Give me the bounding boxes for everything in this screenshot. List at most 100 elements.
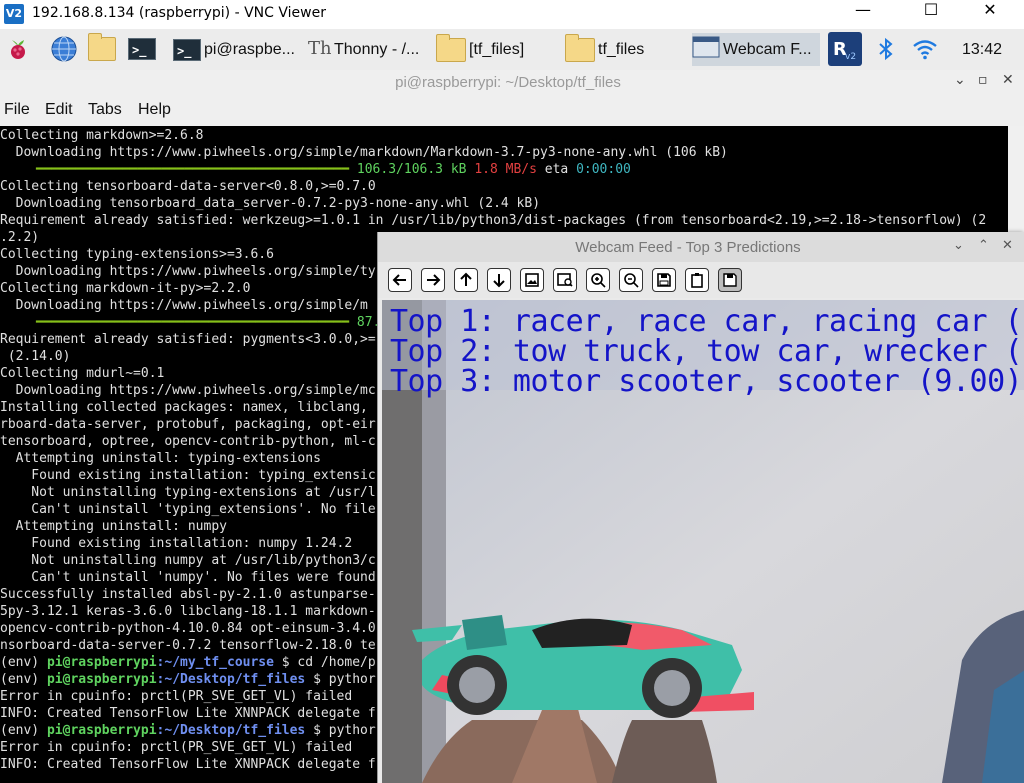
task-label: pi@raspbe... bbox=[204, 40, 295, 58]
window-title: 192.168.8.134 (raspberrypi) - VNC Viewer bbox=[32, 5, 326, 21]
taskbar-task-thonny[interactable]: Th Thonny - /... bbox=[307, 33, 435, 66]
terminal-launcher-icon[interactable]: >_ bbox=[128, 35, 156, 63]
arrow-up-icon[interactable] bbox=[454, 268, 478, 292]
maximize-icon[interactable]: ▫ bbox=[978, 72, 988, 88]
taskbar-task-folder-brackets[interactable]: [tf_files] bbox=[436, 33, 562, 66]
zoom-out-icon[interactable] bbox=[619, 268, 643, 292]
file-manager-icon[interactable] bbox=[88, 33, 116, 63]
terminal-line: .2.2) bbox=[0, 230, 40, 245]
arrow-down-icon[interactable] bbox=[487, 268, 511, 292]
window-icon bbox=[692, 35, 720, 64]
terminal-line: Found existing installation: typing_exte… bbox=[0, 468, 376, 483]
terminal-line: rboard-data-server, protobuf, packaging,… bbox=[0, 417, 376, 432]
bluetooth-icon[interactable] bbox=[872, 35, 900, 63]
shell-prompt: (env) pi@raspberrypi:~/Desktop/tf_files … bbox=[0, 723, 376, 738]
image-icon[interactable] bbox=[520, 268, 544, 292]
download-progress: ━━━━━━━━━━━━━━━━━━━━━━━━━━━━━━━━━━━━━━━━… bbox=[36, 162, 631, 177]
folder-icon bbox=[436, 33, 466, 62]
minimize-icon[interactable]: ⌄ bbox=[953, 238, 964, 253]
pi-taskbar: >_ >_ pi@raspbe... Th Thonny - /... [tf_… bbox=[0, 29, 1024, 71]
wifi-icon[interactable] bbox=[911, 35, 939, 63]
terminal-line: opencv-contrib-python-4.10.0.84 opt-eins… bbox=[0, 621, 376, 636]
terminal-line: Collecting markdown-it-py>=2.2.0 bbox=[0, 281, 251, 296]
terminal-line: Not uninstalling numpy at /usr/lib/pytho… bbox=[0, 553, 376, 568]
task-label: Webcam F... bbox=[723, 40, 812, 58]
task-label: [tf_files] bbox=[469, 40, 525, 58]
webcam-window: Webcam Feed - Top 3 Predictions ⌄ ⌃ ✕ To… bbox=[377, 232, 1024, 783]
menu-edit[interactable]: Edit bbox=[45, 101, 73, 119]
terminal-line: Attempting uninstall: numpy bbox=[0, 519, 227, 534]
image-toolbar bbox=[378, 262, 1024, 298]
prediction-top-3: Top 3: motor scooter, scooter (9.00) bbox=[390, 364, 1023, 399]
terminal-line: Downloading https://www.piwheels.org/sim… bbox=[0, 298, 368, 313]
taskbar-task-folder[interactable]: tf_files bbox=[565, 33, 689, 66]
terminal-line: INFO: Created TensorFlow Lite XNNPACK de… bbox=[0, 706, 376, 721]
menu-tabs[interactable]: Tabs bbox=[88, 101, 122, 119]
terminal-line: (2.14.0) bbox=[0, 349, 71, 364]
webcam-window-title: Webcam Feed - Top 3 Predictions bbox=[575, 239, 801, 256]
web-browser-icon[interactable] bbox=[50, 35, 78, 63]
webcam-frame: Top 1: racer, race car, racing car (28.0… bbox=[382, 300, 1024, 783]
terminal-line: Error in cpuinfo: prctl(PR_SVE_GET_VL) f… bbox=[0, 689, 353, 704]
terminal-line: Collecting tensorboard-data-server<0.8.0… bbox=[0, 179, 376, 194]
taskbar-task-webcam[interactable]: Webcam F... bbox=[692, 33, 820, 66]
arrow-left-icon[interactable] bbox=[388, 268, 412, 292]
terminal-line: Downloading https://www.piwheels.org/sim… bbox=[0, 145, 728, 160]
terminal-line: Downloading tensorboard_data_server-0.7.… bbox=[0, 196, 541, 211]
terminal-icon: >_ bbox=[173, 38, 201, 61]
task-label: Thonny - /... bbox=[334, 40, 420, 58]
svg-text:Th: Th bbox=[308, 38, 331, 59]
shell-prompt: (env) pi@raspberrypi:~/Desktop/tf_files … bbox=[0, 672, 376, 687]
terminal-title: pi@raspberrypi: ~/Desktop/tf_files bbox=[395, 74, 621, 91]
save-properties-icon[interactable] bbox=[718, 268, 742, 292]
terminal-menu-bar: File Edit Tabs Help bbox=[0, 96, 1024, 126]
close-icon[interactable]: ✕ bbox=[1002, 72, 1014, 88]
clipboard-icon[interactable] bbox=[685, 268, 709, 292]
terminal-line: Error in cpuinfo: prctl(PR_SVE_GET_VL) f… bbox=[0, 740, 353, 755]
clock[interactable]: 13:42 bbox=[962, 41, 1002, 59]
close-icon[interactable]: ✕ bbox=[1002, 238, 1013, 253]
maximize-icon[interactable]: ⌃ bbox=[978, 238, 989, 253]
folder-icon bbox=[565, 33, 595, 62]
terminal-line: Collecting mdurl~=0.1 bbox=[0, 366, 165, 381]
terminal-line: INFO: Created TensorFlow Lite XNNPACK de… bbox=[0, 757, 376, 772]
menu-help[interactable]: Help bbox=[138, 101, 171, 119]
maximize-button[interactable]: ☐ bbox=[908, 0, 954, 29]
terminal-line: Collecting typing-extensions>=3.6.6 bbox=[0, 247, 274, 262]
terminal-line: Found existing installation: numpy 1.24.… bbox=[0, 536, 353, 551]
minimize-icon[interactable]: ⌄ bbox=[954, 72, 966, 88]
thonny-icon: Th bbox=[307, 35, 332, 64]
terminal-line: Downloading https://www.piwheels.org/sim… bbox=[0, 383, 376, 398]
terminal-line: Installing collected packages: namex, li… bbox=[0, 400, 368, 415]
arrow-right-icon[interactable] bbox=[421, 268, 445, 292]
terminal-line: Can't uninstall 'typing_extensions'. No … bbox=[0, 502, 376, 517]
terminal-line: tensorboard, optree, opencv-contrib-pyth… bbox=[0, 434, 376, 449]
taskbar-task-terminal[interactable]: >_ pi@raspbe... bbox=[173, 33, 301, 66]
image-search-icon[interactable] bbox=[553, 268, 577, 292]
terminal-title-bar: pi@raspberrypi: ~/Desktop/tf_files ⌄ ▫ ✕ bbox=[0, 70, 1024, 96]
terminal-line: Can't uninstall 'numpy'. No files were f… bbox=[0, 570, 376, 585]
terminal-line: nsorboard-data-server-0.7.2 tensorflow-2… bbox=[0, 638, 376, 653]
svg-text:v2: v2 bbox=[845, 52, 856, 62]
raspberry-menu-icon[interactable] bbox=[4, 35, 32, 63]
shell-prompt: (env) pi@raspberrypi:~/my_tf_course $ cd… bbox=[0, 655, 376, 670]
terminal-line: Successfully installed absl-py-2.1.0 ast… bbox=[0, 587, 376, 602]
webcam-title-bar: Webcam Feed - Top 3 Predictions ⌄ ⌃ ✕ bbox=[378, 232, 1024, 262]
vnc-title-bar: V2 192.168.8.134 (raspberrypi) - VNC Vie… bbox=[0, 0, 1024, 29]
zoom-in-icon[interactable] bbox=[586, 268, 610, 292]
vnc-viewer-logo-icon: V2 bbox=[4, 4, 24, 24]
save-icon[interactable] bbox=[652, 268, 676, 292]
download-progress: ━━━━━━━━━━━━━━━━━━━━━━━━━━━━━━━━━━━━━━━━… bbox=[36, 315, 381, 330]
terminal-line: Attempting uninstall: typing-extensions bbox=[0, 451, 321, 466]
terminal-line: Requirement already satisfied: werkzeug>… bbox=[0, 213, 987, 228]
minimize-button[interactable]: — bbox=[840, 0, 886, 29]
task-label: tf_files bbox=[598, 40, 645, 58]
terminal-line: Requirement already satisfied: pygments<… bbox=[0, 332, 376, 347]
terminal-line: Collecting markdown>=2.6.8 bbox=[0, 128, 204, 143]
menu-file[interactable]: File bbox=[4, 101, 30, 119]
terminal-line: Downloading https://www.piwheels.org/sim… bbox=[0, 264, 376, 279]
terminal-line: Not uninstalling typing-extensions at /u… bbox=[0, 485, 376, 500]
terminal-line: 5py-3.12.1 keras-3.6.0 libclang-18.1.1 m… bbox=[0, 604, 376, 619]
close-button[interactable]: ✕ bbox=[967, 0, 1013, 29]
vnc-server-icon[interactable]: Rv2 bbox=[828, 32, 862, 66]
